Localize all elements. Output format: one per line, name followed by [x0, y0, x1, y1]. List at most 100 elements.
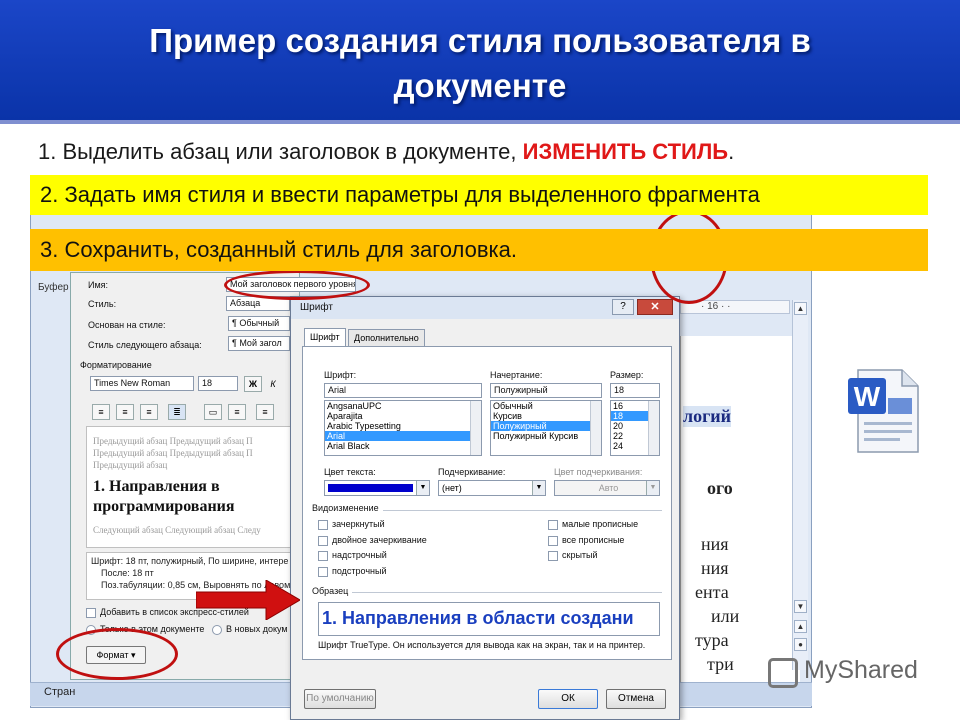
font-label: Шрифт:	[324, 370, 357, 380]
size-list-scrollbar[interactable]	[648, 401, 659, 455]
status-page-label: Стран	[44, 686, 76, 698]
size-label: Размер:	[610, 370, 644, 380]
based-on-field[interactable]: ¶ Обычный	[228, 316, 290, 331]
format-highlight-ellipse	[56, 628, 178, 680]
description-line: Шрифт: 18 пт, полужирный, По ширине, инт…	[91, 556, 289, 566]
sample-preview-text: 1. Направления в области создани	[322, 608, 634, 628]
strikethrough-checkbox[interactable]	[318, 520, 328, 530]
style-type-label: Стиль:	[88, 299, 117, 309]
font-option[interactable]: Arabic Typesetting	[325, 421, 481, 431]
slide-title: Пример создания стиля пользователя в док…	[0, 18, 960, 108]
double-strikethrough-label: двойное зачеркивание	[332, 535, 427, 545]
align-left-icon[interactable]: ≡	[92, 404, 110, 420]
myshared-logo-icon	[768, 658, 798, 688]
text-color-swatch	[328, 484, 413, 492]
line-spacing-double-icon[interactable]: ≡	[256, 404, 274, 420]
scroll-down-icon[interactable]: ▼	[794, 600, 807, 613]
doc-line: ента	[695, 582, 729, 602]
style-preview: Предыдущий абзац Предыдущий абзац П Пред…	[86, 426, 300, 548]
font-style-input[interactable]: Полужирный	[490, 383, 602, 398]
align-justify-icon[interactable]: ≣	[168, 404, 186, 420]
font-name-select[interactable]: Times New Roman	[90, 376, 194, 391]
description-line: После: 18 пт	[101, 568, 154, 578]
title-line-2: документе	[393, 67, 567, 104]
next-style-field[interactable]: ¶ Мой загол	[228, 336, 290, 351]
name-highlight-ellipse	[224, 270, 370, 300]
doc-line: ого	[707, 478, 733, 498]
font-list-scrollbar[interactable]	[470, 401, 481, 455]
based-on-label: Основан на стиле:	[88, 320, 166, 330]
font-option-selected[interactable]: Arial	[325, 431, 481, 441]
superscript-checkbox[interactable]	[318, 551, 328, 561]
style-option[interactable]: Полужирный Курсив	[491, 431, 601, 441]
underline-value: (нет)	[442, 483, 462, 493]
font-style-label: Начертание:	[490, 370, 543, 380]
font-option[interactable]: Aparajita	[325, 411, 481, 421]
tab-advanced[interactable]: Дополнительно	[348, 329, 425, 347]
step-3-banner: 3. Сохранить, созданный стиль для заголо…	[30, 229, 928, 271]
style-list-scrollbar[interactable]	[590, 401, 601, 455]
preview-heading-1: 1. Направления в	[93, 478, 220, 495]
doc-line: или	[711, 606, 740, 626]
size-input[interactable]: 18	[610, 383, 660, 398]
page-up-icon[interactable]: ▲	[794, 620, 807, 633]
new-docs-radio[interactable]	[212, 625, 222, 635]
text-color-label: Цвет текста:	[324, 467, 376, 477]
ok-button[interactable]: ОК	[538, 689, 598, 709]
align-center-icon[interactable]: ≡	[116, 404, 134, 420]
hidden-checkbox[interactable]	[548, 551, 558, 561]
superscript-label: надстрочный	[332, 550, 387, 560]
underline-select[interactable]: (нет) ▼	[438, 480, 546, 496]
double-strikethrough-checkbox[interactable]	[318, 536, 328, 546]
truetype-note: Шрифт TrueType. Он используется для выво…	[318, 640, 646, 650]
style-option-selected[interactable]: Полужирный	[491, 421, 601, 431]
font-option[interactable]: AngsanaUPC	[325, 401, 481, 411]
red-arrow-icon	[196, 580, 300, 620]
close-icon[interactable]: ✕	[637, 299, 673, 315]
style-option[interactable]: Курсив	[491, 411, 601, 421]
bold-button[interactable]: Ж	[244, 376, 262, 392]
sample-label: Образец	[312, 586, 353, 596]
svg-text:W: W	[854, 381, 881, 412]
chevron-down-icon[interactable]: ▼	[532, 481, 545, 495]
vertical-scrollbar[interactable]: ▲ ▼ ▲ ●	[792, 300, 808, 670]
subscript-checkbox[interactable]	[318, 567, 328, 577]
line-spacing-single-icon[interactable]: ▭	[204, 404, 222, 420]
underline-color-value: Авто	[598, 483, 619, 493]
next-style-label: Стиль следующего абзаца:	[88, 340, 202, 350]
name-label: Имя:	[88, 280, 109, 290]
cancel-button[interactable]: Отмена	[606, 689, 666, 709]
formatting-label: Форматирование	[80, 360, 152, 370]
ribbon-clipboard-label: Буфер	[38, 282, 69, 293]
font-dialog-title: Шрифт	[300, 302, 333, 313]
add-to-quick-styles-checkbox[interactable]	[86, 608, 96, 618]
all-caps-label: все прописные	[562, 535, 625, 545]
font-listbox[interactable]: AngsanaUPC Aparajita Arabic Typesetting …	[324, 400, 482, 456]
myshared-watermark: MyShared	[804, 656, 918, 684]
new-docs-label: В новых докум	[226, 624, 288, 634]
tab-font[interactable]: Шрифт	[304, 328, 346, 347]
line-spacing-half-icon[interactable]: ≡	[228, 404, 246, 420]
chevron-down-icon[interactable]: ▼	[416, 481, 429, 495]
small-caps-checkbox[interactable]	[548, 520, 558, 530]
select-browse-icon[interactable]: ●	[794, 638, 807, 651]
effects-label: Видоизменение	[312, 503, 383, 513]
set-default-button[interactable]: По умолчанию	[304, 689, 376, 709]
doc-line: ния	[701, 534, 729, 554]
scroll-up-icon[interactable]: ▲	[794, 302, 807, 315]
font-size-select[interactable]: 18	[198, 376, 238, 391]
font-style-listbox[interactable]: Обычный Курсив Полужирный Полужирный Кур…	[490, 400, 602, 456]
step-1-suffix: .	[728, 139, 735, 164]
text-color-select[interactable]: ▼	[324, 480, 430, 496]
font-option[interactable]: Arial Black	[325, 441, 481, 451]
preview-heading-2: программирования	[93, 498, 235, 515]
all-caps-checkbox[interactable]	[548, 536, 558, 546]
doc-line: тура	[695, 630, 729, 650]
style-option[interactable]: Обычный	[491, 401, 601, 411]
italic-button[interactable]: К	[264, 376, 282, 392]
font-input[interactable]: Arial	[324, 383, 482, 398]
help-icon[interactable]: ?	[612, 299, 634, 315]
align-right-icon[interactable]: ≡	[140, 404, 158, 420]
step-1-prefix: 1. Выделить абзац или заголовок в докуме…	[38, 139, 523, 164]
size-listbox[interactable]: 16 18 20 22 24	[610, 400, 660, 456]
